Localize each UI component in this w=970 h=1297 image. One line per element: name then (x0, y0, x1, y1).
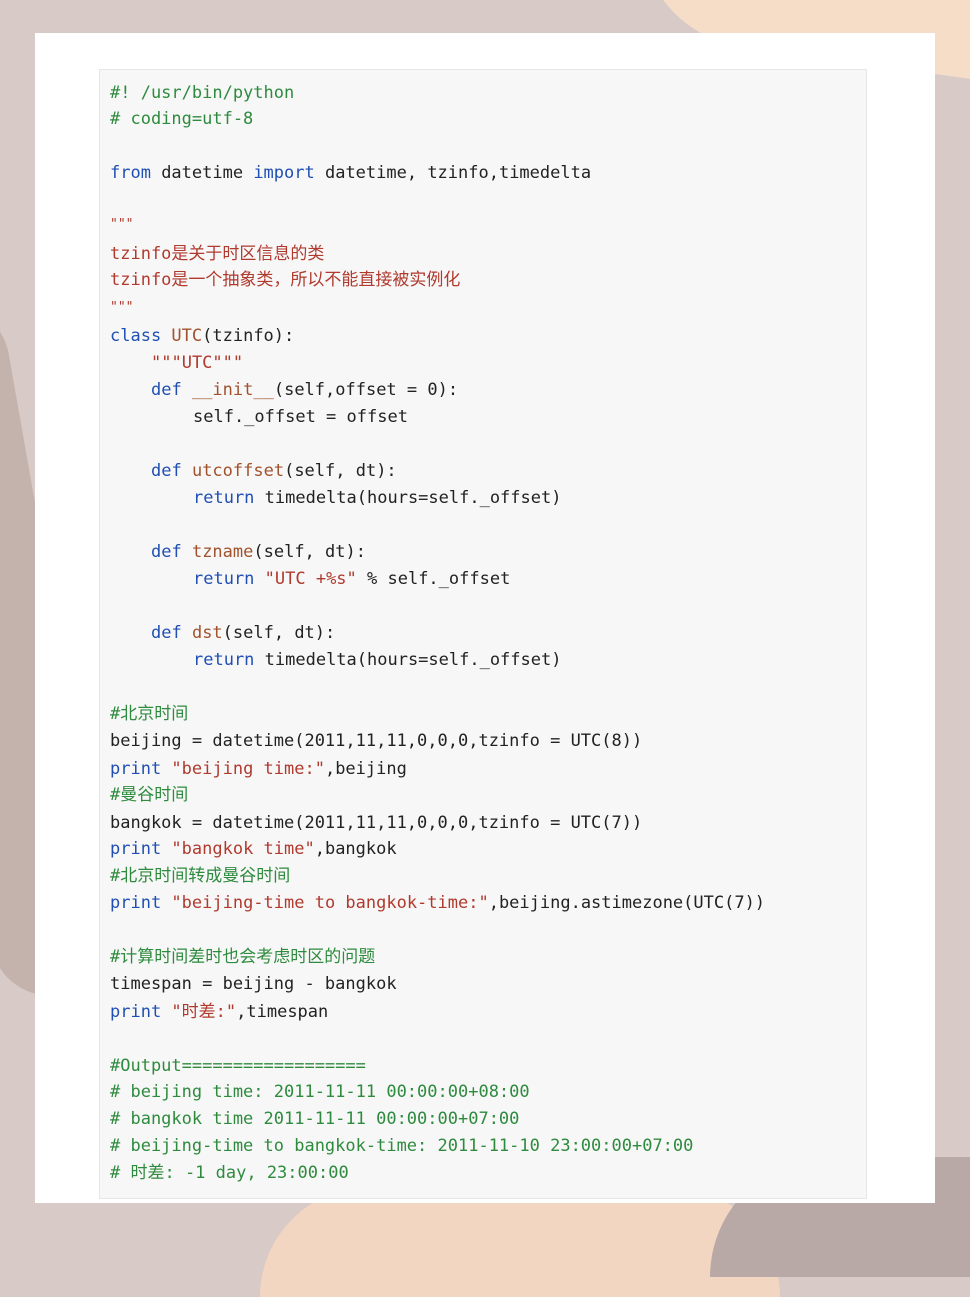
code-line-docstring-2: tzinfo是一个抽象类，所以不能直接被实例化 (110, 270, 461, 290)
code-line-print-timespan: print "时差:",timespan (110, 1001, 328, 1023)
code-line-output-1: # beijing time: 2011-11-11 00:00:00+08:0… (110, 1082, 530, 1102)
string-literal: "beijing-time to bangkok-time:" (161, 893, 489, 913)
keyword-print: print (110, 839, 162, 859)
background-shape-bottom (260, 1187, 780, 1297)
keyword-return: return (193, 488, 255, 508)
code-line-output-4: # 时差: -1 day, 23:00:00 (110, 1163, 349, 1183)
code-line-comment-diff: #计算时间差时也会考虑时区的问题 (110, 947, 376, 967)
code-line-utcoffset-return: return timedelta(hours=self._offset) (193, 487, 561, 509)
print-args: ,timespan (236, 1002, 329, 1022)
keyword-def: def (151, 461, 182, 481)
string-literal: "beijing time:" (161, 759, 325, 779)
code-line-def-tzname: def tzname(self, dt): (151, 541, 366, 563)
code-line-comment-convert: #北京时间转成曼谷时间 (110, 866, 291, 886)
code-line-class-docstring: """UTC""" (151, 353, 244, 373)
code-line-timespan-assign: timespan = beijing - bangkok (110, 974, 397, 994)
keyword-return: return (193, 650, 255, 670)
print-args: ,beijing.astimezone(UTC(7)) (488, 893, 766, 913)
code-line-beijing-assign: beijing = datetime(2011,11,11,0,0,0,tzin… (110, 731, 643, 751)
keyword-def: def (151, 542, 182, 562)
keyword-import: import (253, 163, 315, 183)
string-literal: "bangkok time" (161, 839, 315, 859)
keyword-from: from (110, 163, 151, 183)
code-line-def-utcoffset: def utcoffset(self, dt): (151, 460, 397, 482)
string-literal: "时差:" (161, 1002, 237, 1022)
code-line-shebang: #! /usr/bin/python (110, 83, 295, 103)
class-name: UTC (161, 326, 203, 346)
code-line-comment-beijing: #北京时间 (110, 704, 189, 724)
function-name: __init__ (181, 380, 274, 400)
code-line-docstring-close: """ (110, 300, 134, 315)
code-line-comment-bangkok: #曼谷时间 (110, 785, 189, 805)
keyword-print: print (110, 1002, 162, 1022)
function-params: (self, dt): (253, 542, 366, 562)
keyword-print: print (110, 759, 162, 779)
code-line-class: class UTC(tzinfo): (110, 325, 294, 347)
code-line-docstring-open: """ (110, 217, 134, 232)
function-params: (self, dt): (222, 623, 336, 643)
keyword-def: def (151, 623, 182, 643)
function-name: utcoffset (181, 461, 285, 481)
import-module: datetime (150, 163, 254, 183)
code-line-output-header: #Output================== (110, 1056, 366, 1076)
code-line-print-convert: print "beijing-time to bangkok-time:",be… (110, 892, 765, 914)
return-expr: timedelta(hours=self._offset) (254, 650, 562, 670)
code-line-tzname-return: return "UTC +%s" % self._offset (193, 568, 510, 590)
return-expr: % self._offset (356, 569, 511, 589)
keyword-return: return (193, 569, 255, 589)
code-line-docstring-1: tzinfo是关于时区信息的类 (110, 244, 325, 264)
class-rest: (tzinfo): (202, 326, 295, 346)
code-line-def-dst: def dst(self, dt): (151, 622, 335, 644)
code-line-import: from datetime import datetime, tzinfo,ti… (110, 162, 591, 184)
import-names: datetime, tzinfo,timedelta (314, 163, 592, 183)
string-literal: "UTC +%s" (254, 569, 357, 589)
code-line-dst-return: return timedelta(hours=self._offset) (193, 649, 561, 671)
function-params: (self,offset = 0): (273, 380, 459, 400)
function-params: (self, dt): (284, 461, 397, 481)
code-line-def-init: def __init__(self,offset = 0): (151, 379, 458, 401)
code-line-print-beijing: print "beijing time:",beijing (110, 758, 407, 780)
code-line-init-body: self._offset = offset (193, 407, 408, 427)
code-line-coding: # coding=utf-8 (110, 109, 254, 129)
function-name: dst (181, 623, 223, 643)
print-args: ,beijing (324, 759, 407, 779)
code-line-output-2: # bangkok time 2011-11-11 00:00:00+07:00 (110, 1109, 520, 1129)
keyword-def: def (151, 380, 182, 400)
return-expr: timedelta(hours=self._offset) (254, 488, 562, 508)
code-line-bangkok-assign: bangkok = datetime(2011,11,11,0,0,0,tzin… (110, 813, 643, 833)
code-line-output-3: # beijing-time to bangkok-time: 2011-11-… (110, 1136, 694, 1156)
keyword-print: print (110, 893, 162, 913)
keyword-class: class (110, 326, 162, 346)
function-name: tzname (181, 542, 254, 562)
print-args: ,bangkok (314, 839, 397, 859)
code-line-print-bangkok: print "bangkok time",bangkok (110, 838, 397, 860)
